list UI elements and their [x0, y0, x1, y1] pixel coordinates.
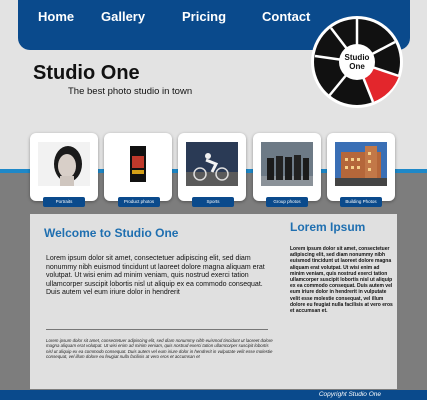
nav-home[interactable]: Home: [38, 9, 74, 24]
content-divider: [46, 329, 268, 330]
logo-text-line2: One: [349, 62, 365, 71]
logo-text-line1: Studio: [345, 53, 370, 62]
product-photo: [112, 142, 164, 186]
gallery-card-product[interactable]: [104, 133, 172, 201]
footer-bar: Copyright Studio One: [0, 390, 427, 400]
gallery-card-sports[interactable]: [178, 133, 246, 201]
gallery-label-product[interactable]: Product photos: [118, 197, 160, 207]
gallery-label-buildings[interactable]: Building Photos: [340, 197, 382, 207]
gallery-card-buildings[interactable]: [327, 133, 395, 201]
building-photo: [335, 142, 387, 186]
gallery-card-portraits[interactable]: [30, 133, 98, 201]
welcome-body-text: Lorem ipsum dolor sit amet, consectetuer…: [46, 255, 265, 297]
group-photo: [261, 142, 313, 186]
gallery-label-group[interactable]: Group photos: [266, 197, 308, 207]
welcome-heading: Welcome to Studio One: [44, 226, 179, 240]
footnote-text: Lorem ipsum dolor sit amet, consectetuer…: [46, 338, 273, 360]
sidebar-heading: Lorem Ipsum: [290, 220, 366, 234]
nav-gallery[interactable]: Gallery: [101, 9, 145, 24]
gallery-label-portraits[interactable]: Portraits: [43, 197, 85, 207]
copyright-text: Copyright Studio One: [318, 391, 381, 398]
camera-shutter-logo[interactable]: Studio One: [311, 16, 403, 108]
portrait-photo: [38, 142, 90, 186]
gallery-card-group[interactable]: [253, 133, 321, 201]
sidebar-body-text: Lorem ipsum dolor sit amet, consectetuer…: [290, 246, 393, 315]
gallery-label-sports[interactable]: Sports: [192, 197, 234, 207]
sports-photo: [186, 142, 238, 186]
main-content-panel: [30, 214, 283, 389]
site-tagline: The best photo studio in town: [68, 86, 193, 97]
nav-pricing[interactable]: Pricing: [182, 9, 226, 24]
site-title: Studio One: [33, 62, 140, 84]
nav-contact[interactable]: Contact: [262, 9, 310, 24]
